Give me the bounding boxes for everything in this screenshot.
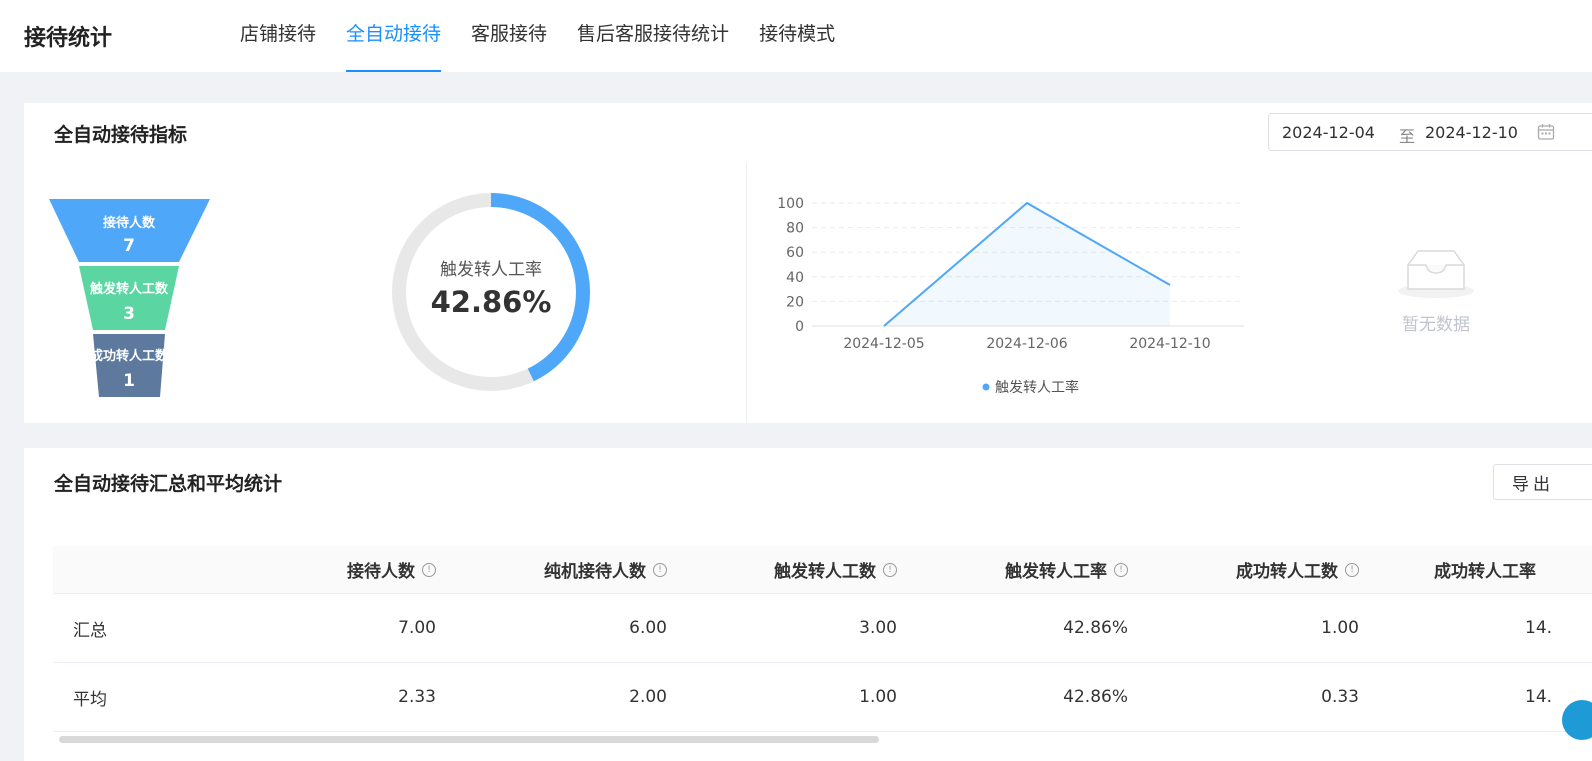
y-tick-label: 80	[786, 221, 804, 237]
funnel-label-reception: 接待人数	[103, 215, 156, 231]
table-cell: 3.00	[859, 618, 897, 638]
donut-label: 触发转人工率	[440, 260, 542, 280]
x-tick-label: 2024-12-05	[843, 336, 924, 352]
summary-title: 全自动接待汇总和平均统计	[54, 473, 283, 495]
top-bar: 接待统计 店铺接待 全自动接待 客服接待 售后客服接待统计 接待模式	[0, 0, 1592, 72]
info-icon[interactable]: !	[1345, 562, 1359, 577]
column-header-success-rate: 成功转人工率	[1434, 562, 1536, 582]
table-cell: 1.00	[1321, 618, 1359, 638]
table-cell: 6.00	[629, 618, 667, 638]
y-tick-label: 0	[795, 319, 804, 335]
row-label: 汇总	[73, 620, 107, 641]
date-range-picker[interactable]: 2024-12-04 至 2024-12-10	[1268, 113, 1592, 151]
donut-value: 42.86%	[430, 285, 552, 319]
table-cell: 7.00	[398, 618, 436, 638]
funnel-value-success: 1	[123, 371, 135, 391]
summary-table: 接待人数! 纯机接待人数! 触发转人工数! 触发转人工率! 成功转人工数! 成功…	[53, 546, 1592, 732]
table-header: 接待人数! 纯机接待人数! 触发转人工数! 触发转人工率! 成功转人工数! 成功…	[53, 546, 1592, 594]
info-icon[interactable]: !	[883, 562, 897, 577]
export-button[interactable]: 导出	[1493, 464, 1592, 500]
table-cell: 2.00	[629, 687, 667, 707]
x-tick-label: 2024-12-10	[1129, 336, 1210, 352]
legend-marker	[982, 383, 990, 391]
table-cell: 14.	[1525, 687, 1553, 707]
page-title: 接待统计	[24, 26, 113, 51]
divider	[746, 163, 747, 423]
tab-service-reception[interactable]: 客服接待	[471, 0, 547, 72]
table-cell: 2.33	[398, 687, 436, 707]
empty-box-icon	[1394, 245, 1478, 307]
horizontal-scrollbar[interactable]	[59, 736, 879, 743]
tab-store-reception[interactable]: 店铺接待	[240, 0, 316, 72]
row-label: 平均	[73, 689, 107, 710]
column-header-triggered-rate: 触发转人工率!	[1005, 546, 1128, 593]
line-chart: 0 20 40 60 80 100 2024-12-05 2024-12-06 2024-12-…	[777, 196, 1244, 396]
table-cell: 42.86%	[1063, 618, 1128, 638]
table-cell: 0.33	[1321, 687, 1359, 707]
column-header-bot-only: 纯机接待人数!	[544, 546, 667, 593]
column-header-triggered: 触发转人工数!	[774, 546, 897, 593]
y-tick-label: 100	[777, 196, 804, 212]
funnel-label-success: 成功转人工数	[90, 348, 169, 364]
info-icon[interactable]: !	[653, 562, 667, 577]
series-area	[884, 203, 1170, 326]
y-tick-label: 60	[786, 245, 804, 261]
tab-auto-reception[interactable]: 全自动接待	[346, 0, 442, 72]
legend-label: 触发转人工率	[995, 379, 1079, 396]
table-cell: 42.86%	[1063, 687, 1128, 707]
x-tick-label: 2024-12-06	[986, 336, 1067, 352]
table-row: 汇总 7.00 6.00 3.00 42.86% 1.00 14.	[53, 594, 1592, 663]
funnel-label-triggered: 触发转人工数	[89, 281, 169, 297]
tab-reception-mode[interactable]: 接待模式	[759, 0, 835, 72]
summary-card: 全自动接待汇总和平均统计 导出 接待人数! 纯机接待人数! 触发转人工数! 触发…	[24, 448, 1592, 761]
table-cell: 14.	[1525, 618, 1553, 638]
date-separator: 至	[1399, 127, 1416, 146]
end-date-input[interactable]: 2024-12-10	[1425, 123, 1518, 142]
funnel-chart: 接待人数 7 触发转人工数 3 成功转人工数 1	[49, 199, 210, 397]
column-header-reception: 接待人数!	[347, 546, 436, 593]
metrics-card: 全自动接待指标 2024-12-04 至 2024-12-10 接待人数 7 触…	[24, 103, 1592, 423]
metrics-title: 全自动接待指标	[54, 124, 188, 146]
table-row: 平均 2.33 2.00 1.00 42.86% 0.33 14.	[53, 663, 1592, 732]
tab-aftersale-stats[interactable]: 售后客服接待统计	[577, 0, 729, 72]
info-icon[interactable]: !	[1114, 562, 1128, 577]
y-tick-label: 40	[786, 270, 804, 286]
empty-text: 暂无数据	[1402, 315, 1470, 335]
info-icon[interactable]: !	[422, 562, 436, 577]
table-cell: 1.00	[859, 687, 897, 707]
funnel-value-reception: 7	[123, 236, 135, 256]
calendar-icon[interactable]	[1537, 123, 1555, 145]
column-header-success: 成功转人工数!	[1236, 546, 1359, 593]
start-date-input[interactable]: 2024-12-04	[1282, 123, 1375, 142]
funnel-value-triggered: 3	[123, 304, 135, 324]
y-tick-label: 20	[786, 294, 804, 310]
tab-bar: 店铺接待 全自动接待 客服接待 售后客服接待统计 接待模式	[240, 0, 865, 72]
